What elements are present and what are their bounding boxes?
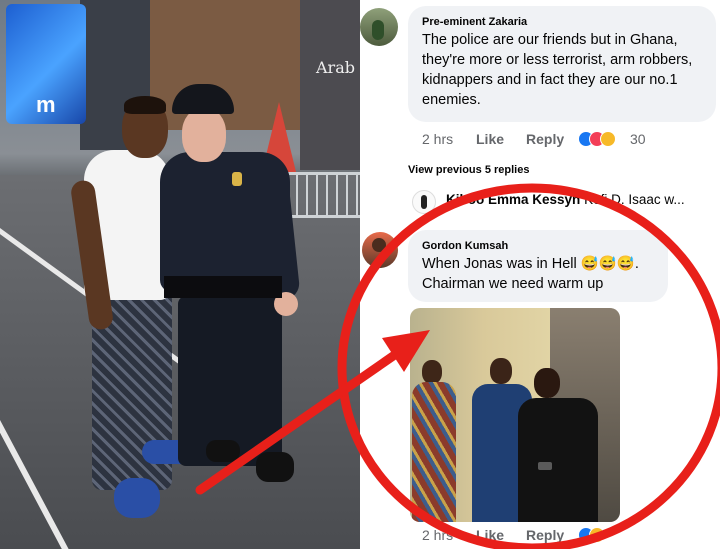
comment-time[interactable]: 2 hrs: [422, 131, 453, 147]
comment-line: enemies.: [422, 92, 481, 108]
comment-attachment-photo[interactable]: [410, 308, 620, 522]
reply-button[interactable]: Reply: [526, 527, 564, 543]
comment-line: kidnappers and in fact they are our no.1: [422, 72, 678, 88]
person-right-shirt: [518, 398, 598, 522]
like-button[interactable]: Like: [476, 527, 504, 543]
store-sign: Arab: [316, 58, 355, 77]
reply-avatar[interactable]: [412, 190, 436, 214]
collapsed-reply[interactable]: Kiboo Emma Kessyn Kofi D. Isaac w...: [446, 192, 685, 207]
haha-reaction-icon: [600, 131, 616, 147]
reply-button[interactable]: Reply: [526, 131, 564, 147]
view-previous-replies-link[interactable]: View previous 5 replies: [408, 164, 529, 176]
commenter-avatar[interactable]: [360, 8, 398, 46]
billboard-text: m: [36, 92, 56, 117]
commenter-avatar[interactable]: [362, 232, 398, 268]
building: [300, 0, 360, 170]
police-badge: [232, 172, 242, 186]
comment-line: The police are our friends but in Ghana,: [422, 32, 678, 48]
avatar-figure: [372, 20, 384, 40]
billboard: m: [6, 4, 86, 124]
comment-line: When Jonas was in Hell 😅😅😅.: [422, 256, 639, 272]
man-hair: [124, 96, 166, 114]
reaction-summary[interactable]: [578, 527, 618, 545]
haha-reaction-icon: [589, 527, 605, 543]
reply-author[interactable]: Kiboo Emma Kessyn: [446, 192, 580, 207]
officer-belt: [164, 276, 282, 298]
comments-panel: Pre-eminent Zakaria The police are our f…: [360, 0, 720, 549]
person-right: [534, 368, 560, 398]
comment-author[interactable]: Pre-eminent Zakaria: [422, 16, 702, 28]
comment-line: they're more or less terrorist, arm robb…: [422, 52, 693, 68]
comment-time[interactable]: 2 hrs: [422, 527, 453, 543]
phone: [538, 462, 552, 470]
person-left: [422, 360, 442, 384]
street-photo: m Arab: [0, 0, 360, 549]
comment-actions: 2 hrs Like Reply: [422, 527, 712, 545]
blue-shoe: [114, 478, 160, 518]
like-button[interactable]: Like: [476, 131, 504, 147]
avatar-figure: [421, 195, 427, 209]
comment-bubble: Pre-eminent Zakaria The police are our f…: [408, 6, 716, 122]
comment-line: Chairman we need warm up: [422, 276, 604, 292]
person-middle: [490, 358, 512, 384]
person-left-shirt: [412, 382, 456, 522]
comment-bubble: Gordon Kumsah When Jonas was in Hell 😅😅😅…: [408, 230, 668, 302]
avatar-face: [372, 238, 386, 252]
comment-author[interactable]: Gordon Kumsah: [422, 240, 654, 252]
reaction-summary[interactable]: 30: [578, 131, 658, 149]
officer-head: [182, 108, 226, 162]
reaction-count: 30: [630, 131, 646, 147]
comment-actions: 2 hrs Like Reply 30: [422, 131, 712, 149]
black-shoe: [256, 452, 294, 482]
black-shoe: [206, 440, 240, 462]
reply-preview: Kofi D. Isaac w...: [584, 192, 685, 207]
